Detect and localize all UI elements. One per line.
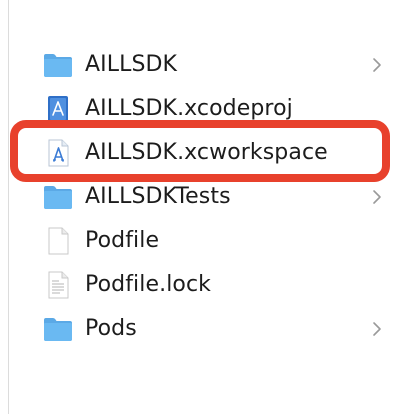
list-item-aillsdk-xcodeproj[interactable]: AILLSDK.xcodeproj [42, 90, 392, 130]
chevron-right-icon[interactable] [370, 187, 384, 207]
blank-document-icon [48, 227, 69, 255]
file-name-label: AILLSDK [85, 52, 178, 77]
list-item-aillsdk-xcworkspace[interactable]: AILLSDK.xcworkspace [42, 134, 392, 174]
text-document-icon [48, 271, 69, 299]
folder-icon [44, 318, 72, 341]
xcworkspace-icon [48, 139, 69, 167]
file-name-label: AILLSDK.xcodeproj [85, 96, 293, 121]
file-name-label: Podfile [85, 228, 160, 253]
finder-file-list: AILLSDK AILLSDK.xcodeproj AILLSDK.xcwork… [0, 0, 404, 414]
list-item-podfile[interactable]: Podfile [42, 222, 392, 262]
column-divider [8, 0, 9, 414]
folder-icon [44, 54, 72, 77]
chevron-right-icon[interactable] [370, 319, 384, 339]
list-item-aillsdk-folder[interactable]: AILLSDK [42, 46, 392, 86]
chevron-right-icon[interactable] [370, 55, 384, 75]
list-item-pods-folder[interactable]: Pods [42, 310, 392, 350]
list-item-aillsdktests-folder[interactable]: AILLSDKTests [42, 178, 392, 218]
file-name-label: Podfile.lock [85, 272, 212, 297]
list-item-podfile-lock[interactable]: Podfile.lock [42, 266, 392, 306]
xcodeproj-icon [48, 96, 68, 122]
file-name-label: AILLSDK.xcworkspace [85, 140, 328, 165]
file-name-label: Pods [85, 316, 137, 341]
folder-icon [44, 186, 72, 209]
file-name-label: AILLSDKTests [85, 184, 231, 209]
